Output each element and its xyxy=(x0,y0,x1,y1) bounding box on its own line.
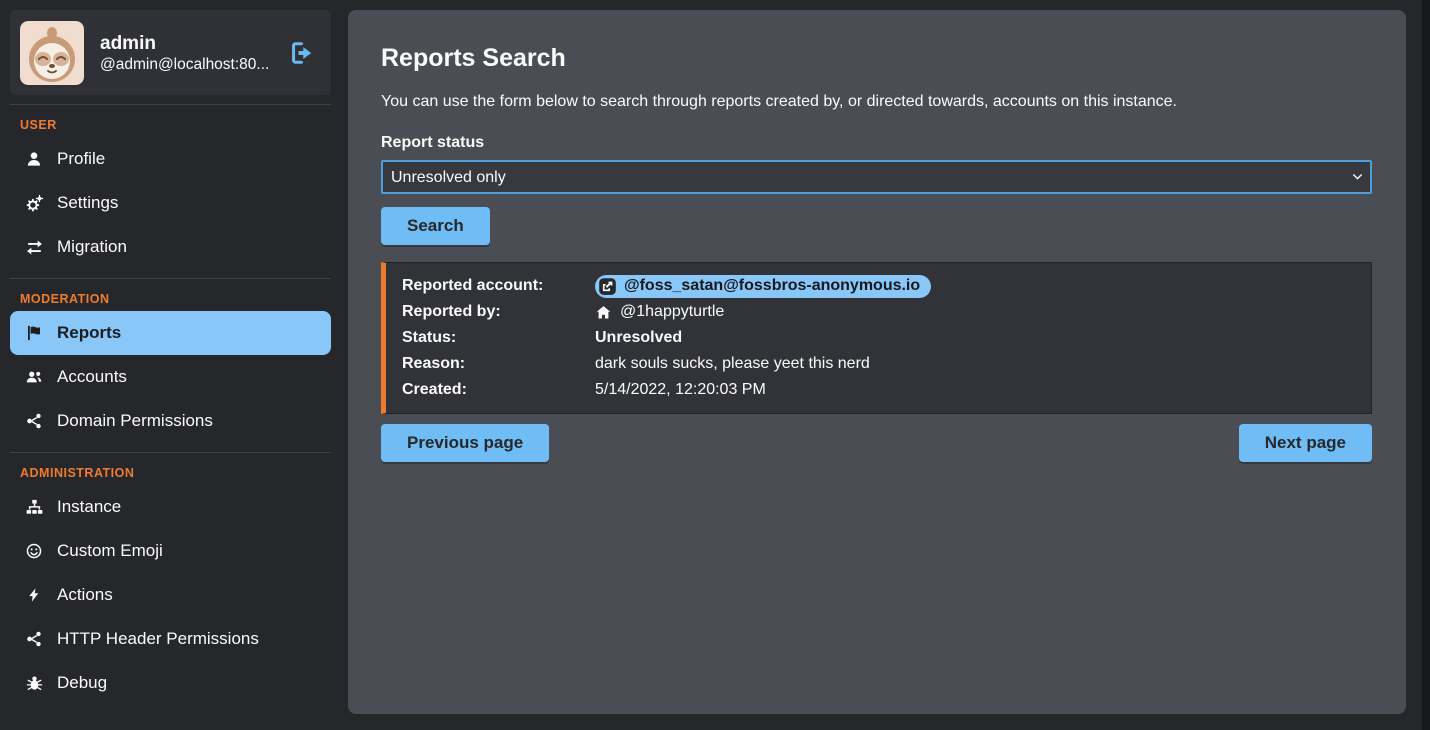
sidebar-item-instance[interactable]: Instance xyxy=(10,485,331,529)
sidebar-item-actions[interactable]: Actions xyxy=(10,573,331,617)
section-header-administration: ADMINISTRATION xyxy=(10,453,331,485)
report-status-select[interactable]: Unresolved only xyxy=(381,160,1372,194)
sidebar-item-domain-permissions[interactable]: Domain Permissions xyxy=(10,399,331,443)
scrollbar[interactable] xyxy=(1422,0,1430,730)
report-created-value: 5/14/2022, 12:20:03 PM xyxy=(595,381,1355,399)
search-button[interactable]: Search xyxy=(381,207,490,245)
report-reason-value: dark souls sucks, please yeet this nerd xyxy=(595,355,1355,373)
users-icon xyxy=(24,368,44,386)
previous-page-button[interactable]: Previous page xyxy=(381,424,549,462)
reported-account-link[interactable]: @foss_satan@fossbros-anonymous.io xyxy=(595,275,931,298)
report-row-value: @1happyturtle xyxy=(595,303,1355,321)
report-row: Reported account: @foss_satan@fossbros-a… xyxy=(402,273,1355,299)
home-icon xyxy=(595,304,612,321)
sidebar-item-custom-emoji[interactable]: Custom Emoji xyxy=(10,529,331,573)
user-name: admin xyxy=(100,31,269,57)
page-title: Reports Search xyxy=(381,44,1372,73)
reporter-handle: @1happyturtle xyxy=(620,303,724,321)
user-card[interactable]: admin @admin@localhost:80... xyxy=(10,10,331,95)
sidebar-item-profile[interactable]: Profile xyxy=(10,137,331,181)
report-row-label: Status: xyxy=(402,329,595,347)
sign-out-icon[interactable] xyxy=(289,40,315,66)
user-handle: @admin@localhost:80... xyxy=(100,56,269,74)
report-card[interactable]: Reported account: @foss_satan@fossbros-a… xyxy=(381,262,1372,414)
next-page-button[interactable]: Next page xyxy=(1239,424,1372,462)
report-row: Status: Unresolved xyxy=(402,325,1355,351)
external-link-icon xyxy=(598,277,617,296)
sidebar-item-label: Actions xyxy=(57,585,113,605)
flag-icon xyxy=(24,324,44,342)
content-area: Reports Search You can use the form belo… xyxy=(345,0,1430,730)
sidebar-item-debug[interactable]: Debug xyxy=(10,661,331,705)
report-row-label: Reason: xyxy=(402,355,595,373)
report-row-value: @foss_satan@fossbros-anonymous.io xyxy=(595,275,1355,298)
report-row: Created: 5/14/2022, 12:20:03 PM xyxy=(402,377,1355,403)
section-header-user: USER xyxy=(10,105,331,137)
report-status-value: Unresolved xyxy=(595,329,1355,347)
sidebar-item-label: Settings xyxy=(57,193,118,213)
reported-account-handle: @foss_satan@fossbros-anonymous.io xyxy=(624,277,920,295)
avatar xyxy=(20,21,84,85)
sitemap-icon xyxy=(24,498,44,516)
sidebar-item-accounts[interactable]: Accounts xyxy=(10,355,331,399)
sidebar-item-label: HTTP Header Permissions xyxy=(57,629,259,649)
gears-icon xyxy=(24,194,44,213)
report-status-label: Report status xyxy=(381,134,1372,152)
smiley-icon xyxy=(24,542,44,560)
sidebar-item-label: Reports xyxy=(57,323,121,343)
report-status-select-wrap: Unresolved only xyxy=(381,160,1372,194)
sidebar-item-label: Migration xyxy=(57,237,127,257)
report-row: Reported by: @1happyturtle xyxy=(402,299,1355,325)
sidebar-item-settings[interactable]: Settings xyxy=(10,181,331,225)
reports-panel: Reports Search You can use the form belo… xyxy=(348,10,1406,714)
sidebar-item-label: Debug xyxy=(57,673,107,693)
sidebar-item-label: Profile xyxy=(57,149,105,169)
report-row-label: Created: xyxy=(402,381,595,399)
sidebar-item-http-header-permissions[interactable]: HTTP Header Permissions xyxy=(10,617,331,661)
sidebar-item-migration[interactable]: Migration xyxy=(10,225,331,269)
section-header-moderation: MODERATION xyxy=(10,279,331,311)
sidebar-item-reports[interactable]: Reports xyxy=(10,311,331,355)
sidebar-item-label: Instance xyxy=(57,497,121,517)
share-nodes-icon xyxy=(24,630,44,648)
report-row: Reason: dark souls sucks, please yeet th… xyxy=(402,351,1355,377)
sidebar: admin @admin@localhost:80... USER Profil… xyxy=(0,0,345,730)
arrows-left-right-icon xyxy=(24,238,44,257)
sidebar-item-label: Custom Emoji xyxy=(57,541,163,561)
user-icon xyxy=(24,150,44,168)
report-row-label: Reported by: xyxy=(402,303,595,321)
sidebar-item-label: Accounts xyxy=(57,367,127,387)
sidebar-item-label: Domain Permissions xyxy=(57,411,213,431)
user-meta: admin @admin@localhost:80... xyxy=(100,31,269,75)
report-row-label: Reported account: xyxy=(402,277,595,295)
pagination: Previous page Next page xyxy=(381,424,1372,462)
bug-icon xyxy=(24,674,44,692)
page-description: You can use the form below to search thr… xyxy=(381,93,1372,111)
bolt-icon xyxy=(24,586,44,604)
share-nodes-icon xyxy=(24,412,44,430)
